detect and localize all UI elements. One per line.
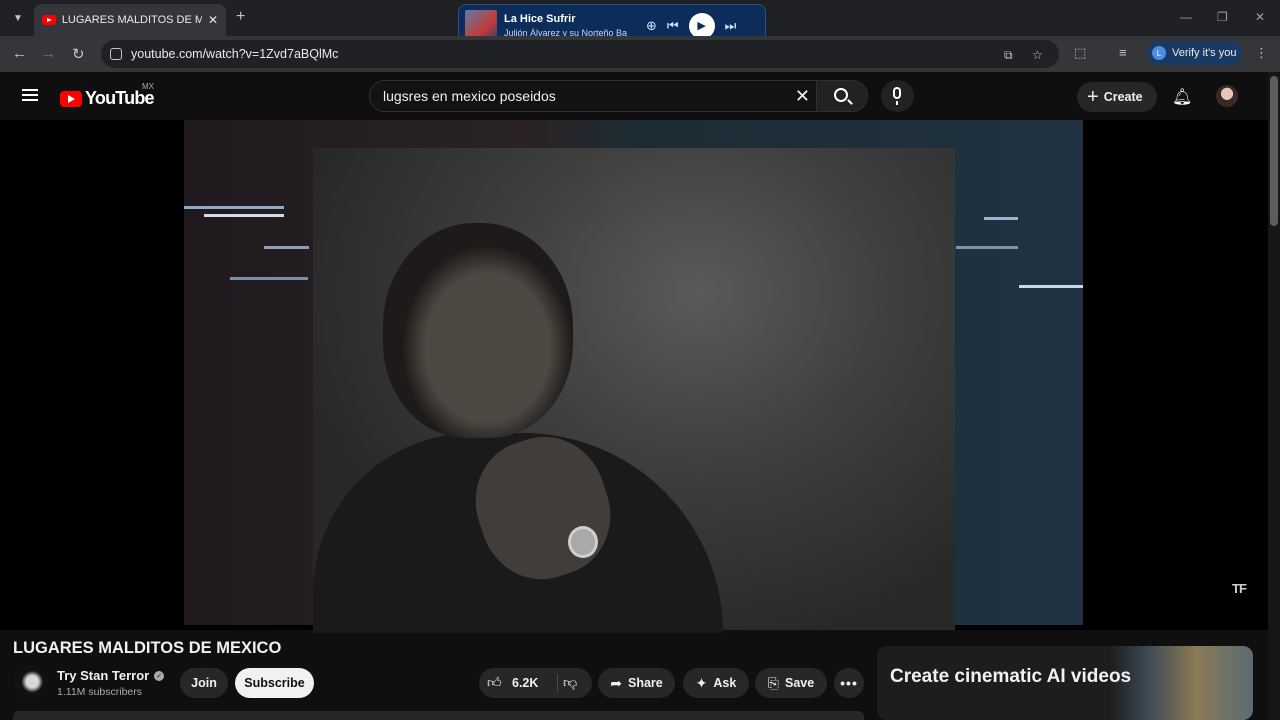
notifications-bell-icon[interactable]: 🔔︎: [1172, 87, 1192, 107]
restore-icon[interactable]: ❐: [1217, 10, 1228, 24]
channel-name[interactable]: Try Stan Terror ✓: [57, 668, 165, 683]
media-cast-icon[interactable]: ⊕: [646, 18, 657, 34]
create-button[interactable]: + Create: [1077, 82, 1157, 112]
clear-search-icon[interactable]: ✕: [795, 86, 810, 107]
minimize-icon[interactable]: —: [1180, 10, 1192, 24]
account-avatar[interactable]: [1216, 85, 1238, 107]
tab-close-icon[interactable]: ✕: [208, 13, 218, 27]
verify-label: Verify it's you: [1172, 47, 1237, 59]
ad-text: Create cinematic AI videos: [890, 666, 1132, 687]
ask-label: Ask: [713, 676, 737, 690]
like-count[interactable]: 6.2K: [512, 676, 538, 690]
share-button[interactable]: ➦ Share: [598, 668, 675, 698]
site-info-icon[interactable]: [110, 48, 122, 60]
share-icon: ➦: [610, 674, 622, 691]
like-icon[interactable]: 👍︎: [487, 674, 502, 691]
search-input[interactable]: lugsres en mexico poseidos ✕: [369, 80, 817, 112]
youtube-play-icon: [60, 90, 82, 107]
channel-watermark: TF: [1232, 581, 1247, 596]
back-icon[interactable]: ←: [12, 45, 27, 62]
channel-name-text[interactable]: Try Stan Terror: [57, 668, 149, 683]
tab-strip: ▼ LUGARES MALDITOS DE MEXICO ✕ + La Hice…: [0, 0, 1280, 47]
video-title: LUGARES MALDITOS DE MEXICO: [13, 639, 282, 657]
voice-search-button[interactable]: [881, 80, 914, 112]
address-bar[interactable]: youtube.com/watch?v=1Zvd7aBQlMc ⧉ ☆: [101, 40, 1059, 68]
play-icon[interactable]: ▶: [688, 12, 715, 39]
youtube-favicon-icon: [42, 15, 56, 25]
description-box[interactable]: [13, 711, 864, 720]
browser-menu-icon[interactable]: ⋮: [1255, 45, 1268, 61]
bookmark-icon: ⎘: [767, 674, 779, 691]
share-label: Share: [627, 676, 663, 690]
browser-toolbar: ← → ↻ youtube.com/watch?v=1Zvd7aBQlMc ⧉ …: [0, 36, 1280, 72]
sparkle-icon: ✦: [695, 674, 708, 691]
youtube-header: YouTube MX lugsres en mexico poseidos ✕ …: [0, 72, 1268, 120]
youtube-logo[interactable]: YouTube MX: [60, 82, 155, 109]
window-close-icon[interactable]: ✕: [1255, 10, 1265, 24]
join-button[interactable]: Join: [180, 668, 228, 698]
create-label: Create: [1103, 90, 1143, 104]
verify-button[interactable]: L Verify it's you: [1147, 41, 1242, 65]
subscribe-button[interactable]: Subscribe: [235, 668, 314, 698]
bookmark-star-icon[interactable]: ☆: [1032, 48, 1043, 62]
like-dislike-group: 👍︎ 6.2K 👎︎: [479, 668, 592, 698]
ask-button[interactable]: ✦ Ask: [683, 668, 749, 698]
search-button[interactable]: [816, 80, 868, 112]
menu-icon[interactable]: [22, 89, 38, 101]
url-text: youtube.com/watch?v=1Zvd7aBQlMc: [131, 47, 339, 61]
profile-icon: L: [1152, 46, 1166, 60]
plus-icon: +: [1087, 86, 1099, 108]
more-actions-icon[interactable]: •••: [834, 668, 864, 698]
media-queue-icon[interactable]: ≡: [1119, 45, 1127, 60]
previous-track-icon[interactable]: ⏮: [667, 18, 679, 34]
forward-icon[interactable]: →: [41, 45, 56, 62]
browser-tab[interactable]: LUGARES MALDITOS DE MEXICO ✕: [34, 4, 226, 36]
sponsored-banner[interactable]: Create cinematic AI videos: [877, 646, 1253, 720]
install-app-icon[interactable]: ⧉: [1004, 48, 1013, 63]
reload-icon[interactable]: ↻: [72, 45, 85, 63]
search-icon: [834, 88, 848, 102]
search-query: lugsres en mexico poseidos: [383, 88, 556, 104]
new-tab-icon[interactable]: +: [236, 8, 245, 26]
watch-image: [568, 526, 598, 558]
verified-icon: ✓: [154, 670, 165, 681]
media-song: La Hice Sufrir: [504, 13, 576, 25]
video-content: [313, 148, 955, 633]
page-scrollbar[interactable]: [1268, 72, 1280, 720]
save-label: Save: [785, 676, 815, 690]
tab-search-icon[interactable]: ▼: [7, 7, 29, 29]
video-player[interactable]: TF: [0, 120, 1268, 633]
subscriber-count: 1.11M subscribers: [57, 686, 143, 698]
logo-text: YouTube: [85, 88, 155, 108]
extensions-icon[interactable]: ⬚: [1074, 45, 1086, 61]
save-button[interactable]: ⎘ Save: [755, 668, 827, 698]
country-code: MX: [142, 82, 154, 91]
dislike-icon[interactable]: 👎︎: [563, 674, 577, 691]
next-track-icon[interactable]: ⏭: [725, 18, 737, 34]
channel-avatar[interactable]: [13, 666, 48, 701]
tab-title: LUGARES MALDITOS DE MEXICO: [61, 14, 202, 26]
microphone-icon: [893, 87, 901, 99]
